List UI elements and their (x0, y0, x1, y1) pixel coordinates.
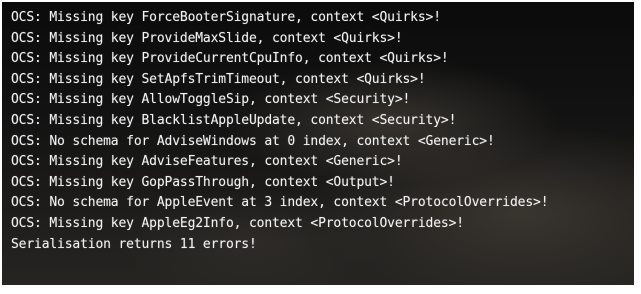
console-summary-line: Serialisation returns 11 errors! (11, 236, 257, 252)
console-line: OCS: Missing key AllowToggleSip, context… (11, 92, 411, 108)
screenshot-frame: OCS: Missing key ForceBooterSignature, c… (0, 0, 641, 294)
console-line: OCS: Missing key GopPassThrough, context… (11, 174, 395, 190)
console-line: OCS: Missing key ForceBooterSignature, c… (11, 10, 441, 25)
console-line: OCS: Missing key AppleEg2Info, context <… (11, 215, 464, 231)
console-output: OCS: Missing key ForceBooterSignature, c… (11, 8, 549, 255)
console-line: OCS: No schema for AppleEvent at 3 index… (11, 195, 549, 211)
console-line: OCS: Missing key ProvideMaxSlide, contex… (11, 30, 403, 46)
console-line: OCS: Missing key ProvideCurrentCpuInfo, … (11, 51, 449, 67)
boot-console: OCS: Missing key ForceBooterSignature, c… (2, 2, 634, 285)
console-line: OCS: No schema for AdviseWindows at 0 in… (11, 133, 495, 149)
console-line: OCS: Missing key AdviseFeatures, context… (11, 154, 403, 170)
console-line: OCS: Missing key SetApfsTrimTimeout, con… (11, 71, 426, 87)
console-line: OCS: Missing key BlacklistAppleUpdate, c… (11, 112, 457, 128)
